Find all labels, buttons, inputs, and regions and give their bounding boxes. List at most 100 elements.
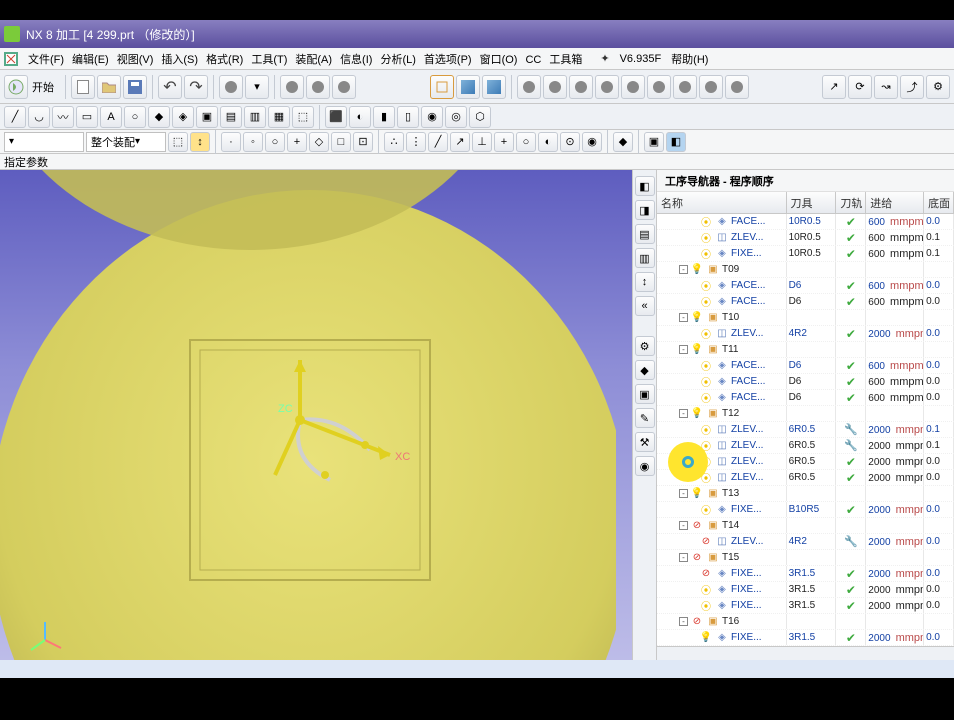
tool-btn-a5[interactable] bbox=[332, 75, 356, 99]
tree-group-row[interactable]: -💡▣T12 bbox=[657, 406, 954, 422]
cam-btn-1[interactable] bbox=[430, 75, 454, 99]
menu-item-0[interactable]: 文件(F) bbox=[28, 54, 64, 66]
sel-btn-18[interactable]: ⊙ bbox=[560, 132, 580, 152]
sel-btn-11[interactable]: ⋮ bbox=[406, 132, 426, 152]
sel-btn-10[interactable]: ∴ bbox=[384, 132, 404, 152]
tree-op-row[interactable]: ⦿◫ZLEV...6R0.5🔧2000 mmpm0.1 bbox=[657, 422, 954, 438]
r-btn-1[interactable]: ↗ bbox=[822, 75, 846, 99]
start-button[interactable] bbox=[4, 75, 28, 99]
tree-op-row[interactable]: ⦿◫ZLEV...10R0.5✔600 mmpm0.1 bbox=[657, 230, 954, 246]
menu-item-1[interactable]: 编辑(E) bbox=[72, 54, 109, 66]
navigator-body[interactable]: ⦿◈FACE...10R0.5✔600 mmpm0.0⦿◫ZLEV...10R0… bbox=[657, 214, 954, 646]
vt1-2[interactable]: ◨ bbox=[635, 200, 655, 220]
new-button[interactable] bbox=[71, 75, 95, 99]
sel-btn-17[interactable]: ◐ bbox=[538, 132, 558, 152]
selection-filter-1[interactable]: ▾ bbox=[4, 132, 84, 152]
tree-op-row[interactable]: ⦿◈FIXE...10R0.5✔600 mmpm0.1 bbox=[657, 246, 954, 262]
cam-btn-11[interactable] bbox=[699, 75, 723, 99]
rect-tool[interactable]: ▭ bbox=[76, 106, 98, 128]
solid-tool-3[interactable]: ▮ bbox=[373, 106, 395, 128]
tree-op-row[interactable]: 💡◈FIXE...3R1.5✔2000 mmpm0.0 bbox=[657, 630, 954, 646]
tree-op-row[interactable]: ⦿◈FACE...D6✔600 mmpm0.0 bbox=[657, 294, 954, 310]
vt1-4[interactable]: ▥ bbox=[635, 248, 655, 268]
r-btn-5[interactable]: ⚙ bbox=[926, 75, 950, 99]
circle-tool[interactable]: ○ bbox=[124, 106, 146, 128]
tree-op-row[interactable]: ⦿◈FIXE...3R1.5✔2000 mmpm0.0 bbox=[657, 598, 954, 614]
col-header-tool[interactable]: 刀具 bbox=[787, 192, 837, 213]
tree-group-row[interactable]: -💡▣T09 bbox=[657, 262, 954, 278]
cam-btn-7[interactable] bbox=[595, 75, 619, 99]
tree-op-row[interactable]: ⦿◫ZLEV...4R2✔2000 mmpm0.0 bbox=[657, 326, 954, 342]
sel-btn-19[interactable]: ◉ bbox=[582, 132, 602, 152]
cam-btn-3[interactable] bbox=[482, 75, 506, 99]
tree-op-row[interactable]: ⦿◈FACE...D6✔600 mmpm0.0 bbox=[657, 390, 954, 406]
menu-item-12[interactable]: 工具箱 bbox=[549, 54, 582, 66]
redo-button[interactable] bbox=[184, 75, 208, 99]
shape-tool-5[interactable]: ▥ bbox=[244, 106, 266, 128]
vt1-7[interactable]: ⚙ bbox=[635, 336, 655, 356]
cam-btn-8[interactable] bbox=[621, 75, 645, 99]
shape-tool-7[interactable]: ⬚ bbox=[292, 106, 314, 128]
sel-btn-5[interactable]: ○ bbox=[265, 132, 285, 152]
shape-tool-2[interactable]: ◈ bbox=[172, 106, 194, 128]
tree-group-row[interactable]: -⊘▣T15 bbox=[657, 550, 954, 566]
col-header-knife[interactable]: 刀轨 bbox=[836, 192, 866, 213]
sel-btn-22[interactable]: ◧ bbox=[666, 132, 686, 152]
sel-btn-20[interactable]: ◆ bbox=[613, 132, 633, 152]
menu-item-11[interactable]: CC bbox=[525, 54, 541, 66]
vt1-5[interactable]: ↕ bbox=[635, 272, 655, 292]
menu-item-2[interactable]: 视图(V) bbox=[117, 54, 154, 66]
menu-item-5[interactable]: 工具(T) bbox=[251, 54, 287, 66]
line-tool[interactable]: ╱ bbox=[4, 106, 26, 128]
tool-btn-a3[interactable] bbox=[280, 75, 304, 99]
expander-icon[interactable]: - bbox=[679, 345, 688, 354]
cam-btn-2[interactable] bbox=[456, 75, 480, 99]
solid-tool-5[interactable]: ◉ bbox=[421, 106, 443, 128]
solid-tool-7[interactable]: ⬡ bbox=[469, 106, 491, 128]
menu-item-8[interactable]: 分析(L) bbox=[380, 54, 415, 66]
expander-icon[interactable]: - bbox=[679, 313, 688, 322]
tree-op-row[interactable]: ⦿◈FIXE...B10R5✔2000 mmpm0.0 bbox=[657, 502, 954, 518]
sel-btn-4[interactable]: ◦ bbox=[243, 132, 263, 152]
solid-tool-4[interactable]: ▯ bbox=[397, 106, 419, 128]
sel-btn-8[interactable]: □ bbox=[331, 132, 351, 152]
menu-item-3[interactable]: 插入(S) bbox=[161, 54, 198, 66]
tool-btn-a1[interactable] bbox=[219, 75, 243, 99]
tree-op-row[interactable]: ⊘◫ZLEV...4R2🔧2000 mmpm0.0 bbox=[657, 534, 954, 550]
vt1-8[interactable]: ◆ bbox=[635, 360, 655, 380]
tool-btn-a4[interactable] bbox=[306, 75, 330, 99]
cam-btn-12[interactable] bbox=[725, 75, 749, 99]
tree-op-row[interactable]: ⦿◈FACE...D6✔600 mmpm0.0 bbox=[657, 374, 954, 390]
sel-btn-9[interactable]: ⊡ bbox=[353, 132, 373, 152]
sel-btn-12[interactable]: ╱ bbox=[428, 132, 448, 152]
sel-btn-3[interactable]: · bbox=[221, 132, 241, 152]
arc-tool[interactable]: ◡ bbox=[28, 106, 50, 128]
tree-op-row[interactable]: ⊘◈FIXE...3R1.5✔2000 mmpm0.0 bbox=[657, 566, 954, 582]
tool-btn-a2[interactable]: ▾ bbox=[245, 75, 269, 99]
menu-item-7[interactable]: 信息(I) bbox=[340, 54, 372, 66]
cam-btn-4[interactable] bbox=[517, 75, 541, 99]
save-button[interactable] bbox=[123, 75, 147, 99]
shape-tool-1[interactable]: ◆ bbox=[148, 106, 170, 128]
tree-op-row[interactable]: ⦿◈FACE...D6✔600 mmpm0.0 bbox=[657, 358, 954, 374]
solid-tool-6[interactable]: ◎ bbox=[445, 106, 467, 128]
vt1-11[interactable]: ⚒ bbox=[635, 432, 655, 452]
sel-btn-21[interactable]: ▣ bbox=[644, 132, 664, 152]
col-header-name[interactable]: 名称 bbox=[657, 192, 787, 213]
open-button[interactable] bbox=[97, 75, 121, 99]
sel-btn-6[interactable]: + bbox=[287, 132, 307, 152]
shape-tool-3[interactable]: ▣ bbox=[196, 106, 218, 128]
cam-btn-5[interactable] bbox=[543, 75, 567, 99]
tree-group-row[interactable]: -💡▣T10 bbox=[657, 310, 954, 326]
tree-op-row[interactable]: ⦿◈FACE...10R0.5✔600 mmpm0.0 bbox=[657, 214, 954, 230]
viewport-3d[interactable]: ZC XC bbox=[0, 170, 632, 660]
vt1-6[interactable]: « bbox=[635, 296, 655, 316]
undo-button[interactable] bbox=[158, 75, 182, 99]
expander-icon[interactable]: - bbox=[679, 521, 688, 530]
col-header-feed[interactable]: 进给 bbox=[866, 192, 924, 213]
sel-btn-15[interactable]: + bbox=[494, 132, 514, 152]
cam-btn-6[interactable] bbox=[569, 75, 593, 99]
sel-btn-16[interactable]: ○ bbox=[516, 132, 536, 152]
sel-btn-7[interactable]: ◇ bbox=[309, 132, 329, 152]
shape-tool-4[interactable]: ▤ bbox=[220, 106, 242, 128]
